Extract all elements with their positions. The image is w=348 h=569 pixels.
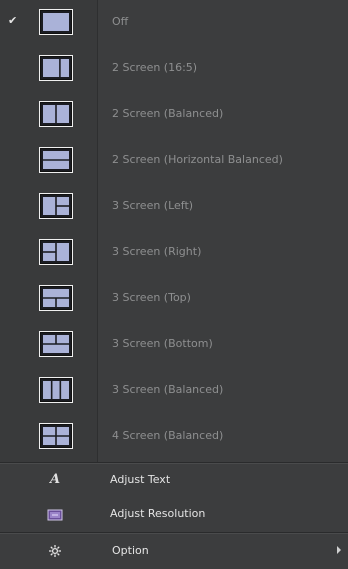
- layout-item[interactable]: 2 Screen (Horizontal Balanced): [0, 138, 348, 184]
- resolution-icon: [47, 507, 63, 521]
- layout-3-screen-top-icon: [39, 285, 73, 311]
- layout-2-screen-horizontal-icon: [39, 147, 73, 173]
- checkmark-icon: ✔: [8, 14, 18, 27]
- adjust-resolution-item[interactable]: Adjust Resolution: [0, 497, 348, 531]
- layout-item-label: 4 Screen (Balanced): [112, 429, 224, 442]
- layout-item[interactable]: 3 Screen (Balanced): [0, 368, 348, 414]
- layout-item-label: Off: [112, 15, 129, 28]
- layout-item[interactable]: 3 Screen (Bottom): [0, 322, 348, 368]
- option-label: Option: [112, 544, 149, 557]
- option-item[interactable]: Option: [0, 533, 348, 569]
- layout-item-label: 2 Screen (16:5): [112, 61, 198, 74]
- layout-item-label: 3 Screen (Balanced): [112, 383, 224, 396]
- option-gear-icon: [48, 543, 64, 557]
- layout-item[interactable]: 2 Screen (Balanced): [0, 92, 348, 138]
- layout-item-label: 2 Screen (Horizontal Balanced): [112, 153, 283, 166]
- layout-item[interactable]: 3 Screen (Left): [0, 184, 348, 230]
- layout-item-label: 3 Screen (Right): [112, 245, 202, 258]
- layout-item[interactable]: 3 Screen (Top): [0, 276, 348, 322]
- screen-layout-menu: ✔ Off 2 Screen (16:5) 2 Screen (Balanced…: [0, 0, 348, 569]
- layout-3-screen-bottom-icon: [39, 331, 73, 357]
- layout-off-icon: [39, 9, 73, 35]
- layout-list: ✔ Off 2 Screen (16:5) 2 Screen (Balanced…: [0, 0, 348, 460]
- layout-2-screen-16-5-icon: [39, 55, 73, 81]
- layout-3-screen-right-icon: [39, 239, 73, 265]
- layout-3-screen-balanced-icon: [39, 377, 73, 403]
- submenu-arrow-icon: [337, 546, 341, 554]
- layout-item[interactable]: 2 Screen (16:5): [0, 46, 348, 92]
- layout-item-label: 3 Screen (Left): [112, 199, 194, 212]
- layout-4-screen-balanced-icon: [39, 423, 73, 449]
- layout-item[interactable]: ✔ Off: [0, 0, 348, 46]
- layout-item-label: 3 Screen (Bottom): [112, 337, 213, 350]
- layout-2-screen-balanced-icon: [39, 101, 73, 127]
- layout-item[interactable]: 4 Screen (Balanced): [0, 414, 348, 460]
- adjust-text-item[interactable]: A Adjust Text: [0, 463, 348, 497]
- layout-item-label: 2 Screen (Balanced): [112, 107, 224, 120]
- layout-item[interactable]: 3 Screen (Right): [0, 230, 348, 276]
- layout-3-screen-left-icon: [39, 193, 73, 219]
- layout-item-label: 3 Screen (Top): [112, 291, 191, 304]
- text-size-icon: A: [49, 472, 61, 487]
- adjust-text-label: Adjust Text: [110, 473, 171, 486]
- adjust-resolution-label: Adjust Resolution: [110, 507, 206, 520]
